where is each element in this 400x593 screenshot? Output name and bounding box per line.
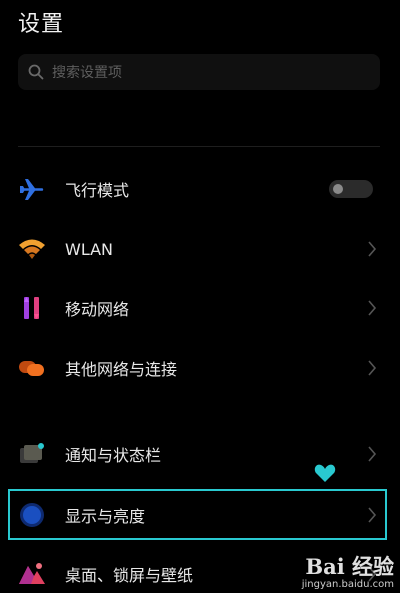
settings-item-label: WLAN xyxy=(65,239,114,259)
other-connections-icon xyxy=(18,354,46,382)
heart-icon xyxy=(314,464,336,482)
settings-item-label: 飞行模式 xyxy=(65,181,130,200)
search-icon xyxy=(28,64,44,80)
chevron-right-icon xyxy=(368,360,377,376)
chevron-right-icon xyxy=(368,446,377,462)
settings-item-label: 其他网络与连接 xyxy=(65,360,178,379)
baidu-jingyan-watermark: Bai 经验 jingyan.baidu.com xyxy=(302,555,394,591)
chevron-right-icon xyxy=(368,300,377,316)
mobile-network-icon xyxy=(18,294,46,322)
settings-item-notifications[interactable]: 通知与状态栏 xyxy=(0,426,400,482)
watermark-brand: Bai 经验 xyxy=(305,554,394,579)
settings-item-label: 桌面、锁屏与壁纸 xyxy=(65,566,194,585)
settings-screen: 设置 搜索设置项 飞行模式 WLAN 移动网络 其他网络与连接 通知与状态栏 显… xyxy=(0,0,400,593)
wallpaper-icon xyxy=(18,560,46,588)
divider xyxy=(18,146,380,147)
airplane-icon xyxy=(18,175,46,203)
settings-item-label: 移动网络 xyxy=(65,300,130,319)
settings-item-other-connections[interactable]: 其他网络与连接 xyxy=(0,340,400,396)
settings-item-airplane-mode[interactable]: 飞行模式 xyxy=(0,161,400,217)
settings-item-label: 通知与状态栏 xyxy=(65,446,162,465)
airplane-mode-toggle[interactable] xyxy=(329,180,373,198)
settings-item-wlan[interactable]: WLAN xyxy=(0,221,400,277)
page-title: 设置 xyxy=(18,12,65,37)
settings-item-mobile-network[interactable]: 移动网络 xyxy=(0,280,400,336)
wifi-icon xyxy=(18,235,46,263)
highlight-box xyxy=(8,489,387,540)
search-placeholder: 搜索设置项 xyxy=(52,65,122,81)
toggle-knob xyxy=(333,184,343,194)
notification-icon xyxy=(18,440,46,468)
chevron-right-icon xyxy=(368,241,377,257)
watermark-site: jingyan.baidu.com xyxy=(301,579,394,590)
search-bar[interactable]: 搜索设置项 xyxy=(18,54,380,90)
